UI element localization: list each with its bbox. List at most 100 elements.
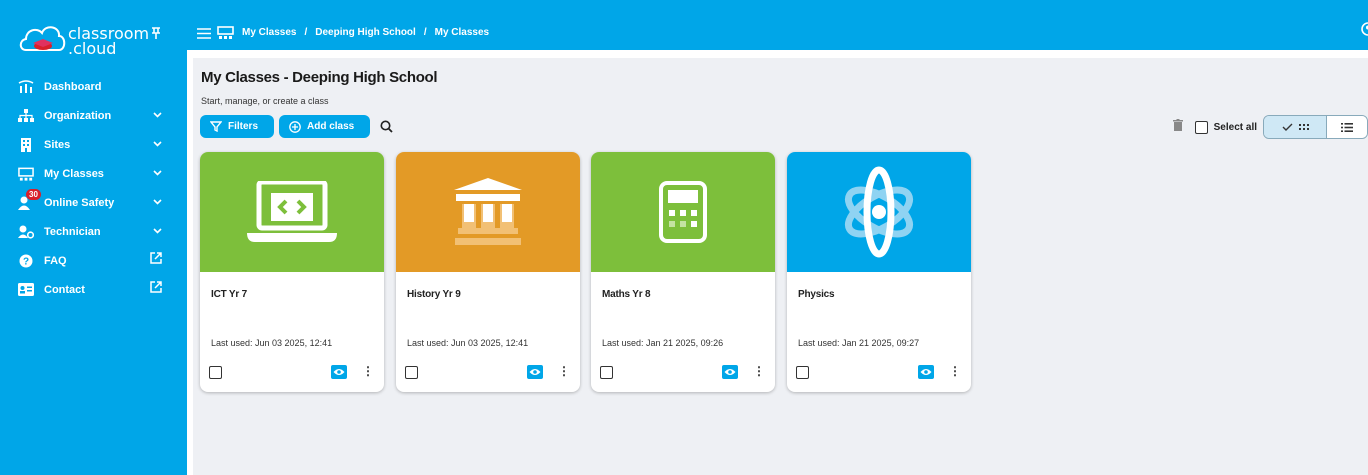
class-card[interactable]: ICT Yr 7 Last used: Jun 03 2025, 12:41 ⋮ [200, 152, 384, 392]
sidebar-item-faq[interactable]: ? FAQ [0, 246, 187, 275]
breadcrumb-school[interactable]: Deeping High School [315, 27, 416, 38]
sidebar-item-label: My Classes [44, 167, 104, 180]
class-name: ICT Yr 7 [211, 289, 248, 300]
view-class-icon[interactable] [918, 365, 934, 379]
list-icon [1341, 122, 1353, 132]
classroom-icon [18, 166, 34, 182]
sidebar-item-contact[interactable]: Contact [0, 275, 187, 304]
grid-icon [1298, 123, 1309, 130]
class-select-checkbox[interactable] [796, 366, 809, 379]
breadcrumb-my-classes[interactable]: My Classes [242, 27, 296, 38]
online-safety-icon: 30 [18, 188, 41, 211]
class-name: Maths Yr 8 [602, 289, 651, 300]
sidebar-item-organization[interactable]: Organization [0, 101, 187, 130]
sidebar-nav: Dashboard Organization Sites My Classes [0, 72, 187, 304]
breadcrumb: My Classes / Deeping High School / My Cl… [217, 26, 493, 39]
svg-text:?: ? [23, 256, 29, 267]
sidebar-item-dashboard[interactable]: Dashboard [0, 72, 187, 101]
classroom-cloud-logo[interactable]: classroom .cloud [18, 18, 168, 58]
filters-button[interactable]: Filters [200, 115, 274, 138]
breadcrumb-current: My Classes [434, 27, 490, 38]
search-icon[interactable] [380, 120, 393, 138]
sidebar-item-online-safety[interactable]: 30 Online Safety [0, 188, 187, 217]
sidebar-item-label: Online Safety [44, 196, 115, 209]
pin-icon[interactable] [151, 26, 161, 42]
main-content: My Classes - Deeping High School Start, … [193, 58, 1368, 475]
class-select-checkbox[interactable] [405, 366, 418, 379]
sidebar-item-label: Organization [44, 109, 112, 122]
breadcrumb-separator: / [304, 27, 308, 38]
top-bar: My Classes / Deeping High School / My Cl… [187, 0, 1368, 50]
class-card-image [200, 152, 384, 272]
laptop-code-icon [247, 181, 337, 242]
grid-view-button[interactable] [1264, 116, 1327, 138]
help-icon: ? [18, 253, 34, 269]
view-toggle [1263, 115, 1368, 139]
last-used: Last used: Jan 21 2025, 09:26 [602, 338, 724, 348]
sidebar-item-my-classes[interactable]: My Classes [0, 159, 187, 188]
class-select-checkbox[interactable] [600, 366, 613, 379]
last-used: Last used: Jun 03 2025, 12:41 [407, 338, 529, 348]
filters-label: Filters [228, 121, 259, 132]
chevron-down-icon[interactable] [153, 138, 162, 150]
list-view-button[interactable] [1327, 116, 1367, 138]
selection-toolbar: Select all [1172, 115, 1368, 139]
org-chart-icon [18, 108, 34, 124]
page-title: My Classes - Deeping High School [201, 69, 438, 86]
external-link-icon[interactable] [150, 252, 162, 267]
contact-card-icon [18, 282, 34, 298]
class-card[interactable]: Maths Yr 8 Last used: Jan 21 2025, 09:26… [591, 152, 775, 392]
user-account-icon[interactable] [1358, 22, 1368, 41]
plus-circle-icon [289, 120, 301, 133]
select-all-label: Select all [1213, 121, 1257, 133]
select-all-checkbox[interactable] [1194, 120, 1208, 134]
museum-icon [454, 178, 522, 245]
last-used: Last used: Jan 21 2025, 09:27 [798, 338, 920, 348]
view-class-icon[interactable] [331, 365, 347, 379]
class-name: Physics [798, 289, 835, 300]
sidebar-item-label: Technician [44, 225, 101, 238]
view-class-icon[interactable] [722, 365, 738, 379]
sidebar-item-label: Dashboard [44, 80, 102, 93]
atom-icon [844, 166, 914, 258]
check-icon [1282, 123, 1292, 131]
logo-text-line2: .cloud [68, 39, 117, 58]
more-options-icon[interactable]: ⋮ [949, 364, 961, 378]
last-used: Last used: Jun 03 2025, 12:41 [211, 338, 333, 348]
class-card-image [787, 152, 971, 272]
view-class-icon[interactable] [527, 365, 543, 379]
page-subtitle: Start, manage, or create a class [201, 96, 329, 106]
add-class-button[interactable]: Add class [279, 115, 370, 138]
cloud-logo-icon [19, 26, 66, 51]
sidebar: classroom .cloud Dashboard Organization … [0, 0, 187, 475]
add-class-label: Add class [307, 121, 355, 132]
more-options-icon[interactable]: ⋮ [362, 364, 374, 378]
hamburger-menu-icon[interactable] [197, 26, 211, 44]
class-card-image [591, 152, 775, 272]
sidebar-item-label: Sites [44, 138, 71, 151]
calculator-icon [659, 181, 707, 243]
class-card-image [396, 152, 580, 272]
sidebar-item-technician[interactable]: Technician [0, 217, 187, 246]
technician-icon [18, 224, 34, 240]
trash-icon[interactable] [1172, 118, 1183, 136]
sidebar-item-label: FAQ [44, 254, 67, 267]
external-link-icon[interactable] [150, 281, 162, 296]
class-name: History Yr 9 [407, 289, 461, 300]
class-select-checkbox[interactable] [209, 366, 222, 379]
chevron-down-icon[interactable] [153, 196, 162, 208]
chevron-down-icon[interactable] [153, 225, 162, 237]
filter-icon [210, 121, 222, 132]
class-card[interactable]: History Yr 9 Last used: Jun 03 2025, 12:… [396, 152, 580, 392]
sidebar-item-label: Contact [44, 283, 85, 296]
dashboard-icon [18, 79, 34, 95]
more-options-icon[interactable]: ⋮ [558, 364, 570, 378]
class-card[interactable]: Physics Last used: Jan 21 2025, 09:27 ⋮ [787, 152, 971, 392]
notification-badge: 30 [26, 188, 41, 200]
chevron-down-icon[interactable] [153, 109, 162, 121]
classroom-icon [217, 26, 234, 39]
breadcrumb-separator: / [423, 27, 427, 38]
sidebar-item-sites[interactable]: Sites [0, 130, 187, 159]
more-options-icon[interactable]: ⋮ [753, 364, 765, 378]
chevron-down-icon[interactable] [153, 167, 162, 179]
